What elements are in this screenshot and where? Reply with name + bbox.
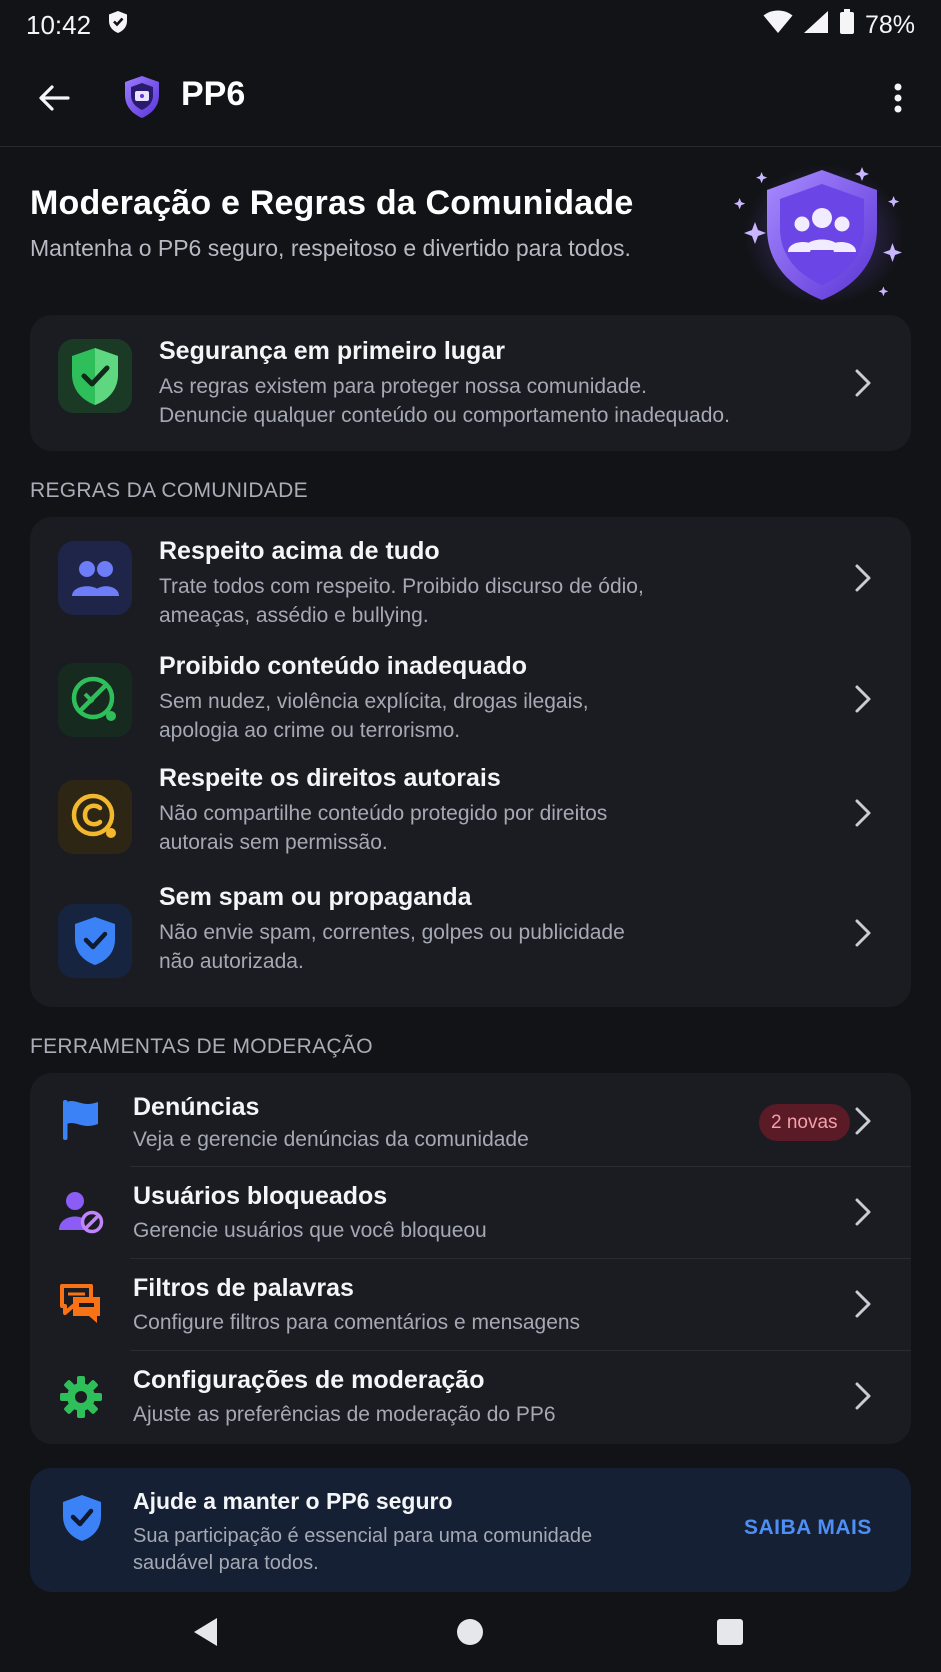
help-desc-line2: saudável para todos.	[133, 1552, 319, 1574]
tools-section-label: FERRAMENTAS DE MODERAÇÃO	[30, 1035, 373, 1058]
tool-desc: Veja e gerencie denúncias da comunidade	[133, 1128, 529, 1151]
rule-title: Proibido conteúdo inadequado	[159, 652, 528, 680]
system-nav-bar	[0, 1592, 941, 1672]
tool-title: Filtros de palavras	[133, 1274, 354, 1302]
shield-check-icon	[60, 1493, 104, 1543]
wifi-icon	[763, 10, 793, 41]
shield-check-green-icon	[72, 348, 118, 405]
rule-title: Respeite os direitos autorais	[159, 764, 501, 792]
help-title: Ajude a manter o PP6 seguro	[133, 1488, 453, 1514]
chevron-right-icon	[855, 919, 871, 947]
page-title: Moderação e Regras da Comunidade	[30, 184, 634, 222]
tool-item-reports[interactable]: Denúncias Veja e gerencie denúncias da c…	[30, 1073, 911, 1166]
battery-percent: 78%	[864, 10, 915, 39]
help-keep-safe-card: Ajude a manter o PP6 seguro Sua particip…	[30, 1468, 911, 1592]
more-vert-icon	[894, 83, 902, 113]
rule-desc-line1: Trate todos com respeito. Proibido discu…	[159, 575, 644, 598]
rule-desc-line2: não autorizada.	[159, 950, 304, 973]
rule-desc-line2: apologia ao crime ou terrorismo.	[159, 719, 461, 742]
rules-section-label: REGRAS DA COMUNIDADE	[30, 479, 308, 502]
status-time: 10:42	[26, 9, 92, 40]
tool-item-word-filters[interactable]: Filtros de palavras Configure filtros pa…	[30, 1258, 911, 1350]
blocked-user-icon	[56, 1187, 106, 1237]
tool-title: Denúncias	[133, 1093, 260, 1121]
tool-title: Usuários bloqueados	[133, 1182, 388, 1210]
tools-card: Denúncias Veja e gerencie denúncias da c…	[30, 1073, 911, 1444]
rule-title: Sem spam ou propaganda	[159, 883, 472, 911]
safety-title: Segurança em primeiro lugar	[159, 337, 505, 365]
back-triangle-icon	[194, 1618, 217, 1646]
tool-desc: Configure filtros para comentários e men…	[133, 1311, 581, 1334]
rule-item-inappropriate[interactable]: Proibido conteúdo inadequado Sem nudez, …	[30, 639, 911, 760]
app-bar: PP6	[0, 50, 941, 147]
chevron-right-icon	[855, 1107, 871, 1135]
signal-icon	[803, 10, 829, 41]
rule-item-spam[interactable]: Sem spam ou propaganda Não envie spam, c…	[30, 880, 911, 1007]
chevron-right-icon	[855, 1382, 871, 1410]
page-subtitle: Mantenha o PP6 seguro, respeitoso e dive…	[30, 235, 631, 261]
tool-title: Configurações de moderação	[133, 1366, 485, 1394]
rules-card: Respeito acima de tudo Trate todos com r…	[30, 517, 911, 1007]
community-shield-illustration	[732, 160, 912, 310]
gear-icon	[56, 1372, 106, 1422]
battery-icon	[839, 8, 855, 42]
rule-desc-line2: autorais sem permissão.	[159, 831, 388, 854]
app-shield-logo	[122, 74, 162, 120]
chevron-right-icon	[855, 369, 871, 397]
nav-back-button[interactable]	[186, 1612, 226, 1652]
back-arrow-icon	[39, 85, 70, 111]
shield-status-icon	[107, 10, 129, 41]
chevron-right-icon	[855, 799, 871, 827]
rule-title: Respeito acima de tudo	[159, 537, 440, 565]
recents-square-icon	[717, 1619, 743, 1645]
safety-desc-line2: Denuncie qualquer conteúdo ou comportame…	[159, 404, 730, 427]
chevron-right-icon	[855, 1198, 871, 1226]
rule-desc-line2: ameaças, assédio e bullying.	[159, 604, 429, 627]
chevron-right-icon	[855, 564, 871, 592]
prohibited-icon-tile	[58, 663, 132, 737]
more-options-button[interactable]	[880, 78, 916, 118]
app-title: PP6	[181, 75, 246, 113]
safety-icon-tile	[58, 339, 132, 413]
nav-recents-button[interactable]	[710, 1612, 750, 1652]
safety-desc-line1: As regras existem para proteger nossa co…	[159, 375, 647, 398]
rule-desc-line1: Não compartilhe conteúdo protegido por d…	[159, 802, 608, 825]
status-bar: 10:42 78%	[0, 0, 941, 50]
chat-filter-icon	[56, 1279, 106, 1329]
shield-check-icon	[75, 917, 115, 965]
spam-icon-tile	[58, 904, 132, 978]
back-button[interactable]	[34, 76, 74, 120]
rule-desc-line1: Não envie spam, correntes, golpes ou pub…	[159, 921, 625, 944]
rule-item-copyright[interactable]: Respeite os direitos autorais Não compar…	[30, 760, 911, 880]
copyright-icon-tile	[58, 780, 132, 854]
chevron-right-icon	[855, 1290, 871, 1318]
nav-home-button[interactable]	[450, 1612, 490, 1652]
tool-desc: Gerencie usuários que você bloqueou	[133, 1219, 487, 1242]
rule-item-respect[interactable]: Respeito acima de tudo Trate todos com r…	[30, 517, 911, 639]
home-circle-icon	[457, 1619, 483, 1645]
flag-icon	[56, 1095, 106, 1145]
people-icon	[72, 561, 119, 596]
safety-first-card[interactable]: Segurança em primeiro lugar As regras ex…	[30, 315, 911, 451]
people-icon-tile	[58, 541, 132, 615]
tool-item-moderation-settings[interactable]: Configurações de moderação Ajuste as pre…	[30, 1350, 911, 1444]
tool-desc: Ajuste as preferências de moderação do P…	[133, 1403, 556, 1426]
prohibited-icon	[71, 676, 116, 721]
tool-item-blocked-users[interactable]: Usuários bloqueados Gerencie usuários qu…	[30, 1166, 911, 1258]
chevron-right-icon	[855, 685, 871, 713]
learn-more-button[interactable]: SAIBA MAIS	[744, 1516, 872, 1540]
copyright-icon	[71, 793, 116, 838]
help-desc-line1: Sua participação é essencial para uma co…	[133, 1525, 593, 1547]
rule-desc-line1: Sem nudez, violência explícita, drogas i…	[159, 690, 589, 713]
new-reports-badge: 2 novas	[759, 1104, 850, 1141]
